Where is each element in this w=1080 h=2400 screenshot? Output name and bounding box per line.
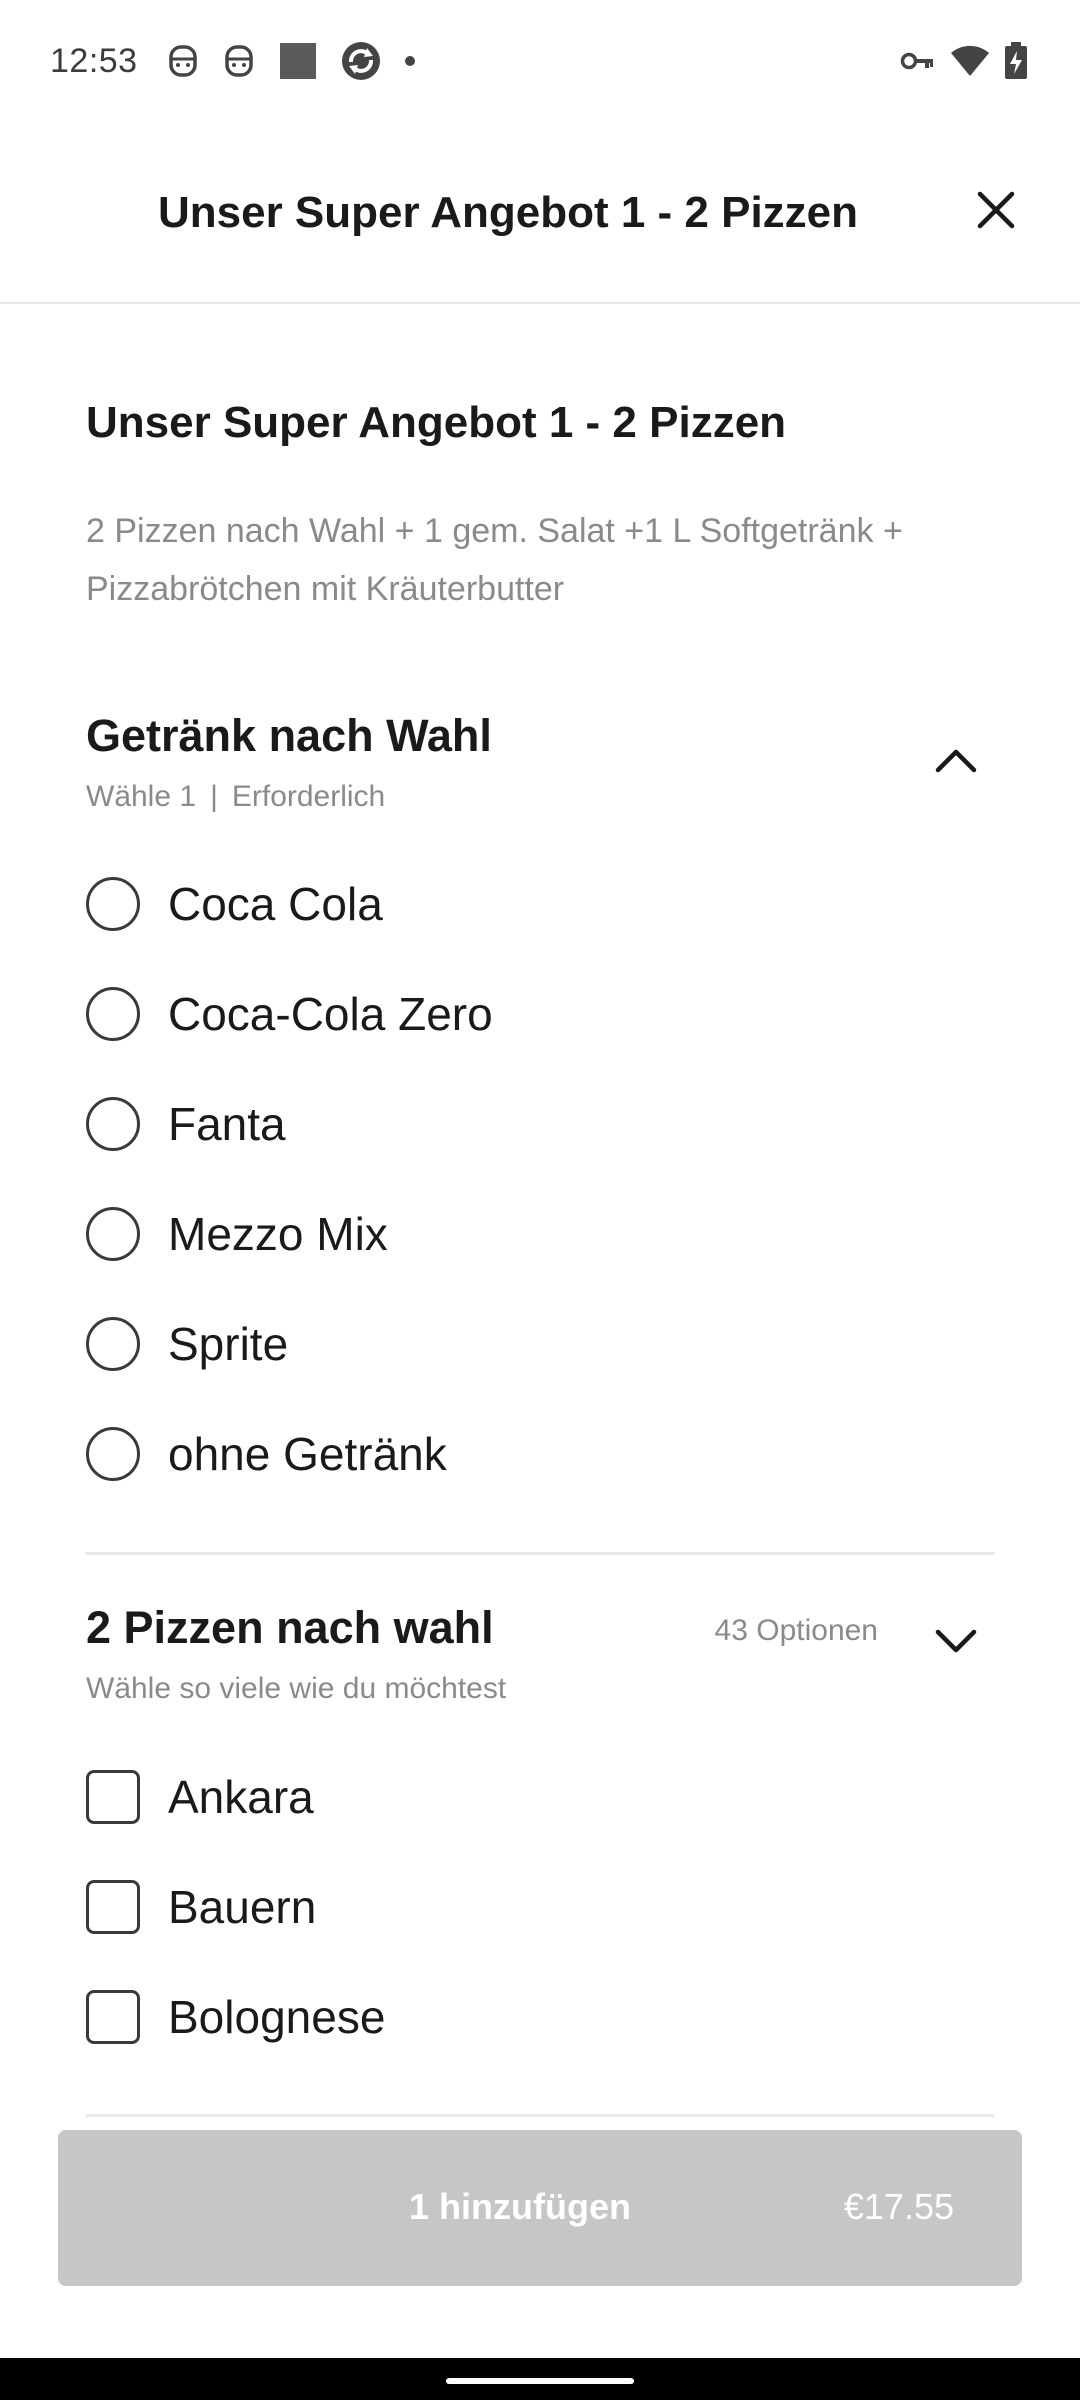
separator: | [210, 780, 218, 813]
expand-button[interactable] [932, 1616, 980, 1664]
status-bar: 12:53 [0, 0, 1080, 124]
checkbox[interactable] [86, 1990, 140, 2044]
checkbox[interactable] [86, 1770, 140, 1824]
radio-button[interactable] [86, 1097, 140, 1151]
radio-button[interactable] [86, 1317, 140, 1371]
tracker-icon [166, 43, 200, 79]
section-subtitle: Wähle so viele wie du möchtest [86, 1672, 507, 1705]
checkbox[interactable] [86, 1880, 140, 1934]
divider [86, 1552, 994, 1555]
choose-count: Wähle 1 [86, 780, 197, 813]
option-label: Fanta [168, 1098, 286, 1150]
chevron-down-icon [935, 1629, 977, 1653]
drink-option[interactable]: Coca-Cola Zero [86, 974, 994, 1054]
pizza-option[interactable]: Bauern [86, 1867, 994, 1947]
option-label: ohne Getränk [168, 1428, 447, 1480]
item-title: Unser Super Angebot 1 - 2 Pizzen [86, 398, 787, 447]
chevron-up-icon [935, 749, 977, 773]
required-label: Erforderlich [231, 780, 386, 813]
battery-charging-icon [1004, 42, 1028, 80]
options-count: 43 Optionen [714, 1614, 878, 1647]
close-icon [977, 191, 1015, 229]
option-label: Sprite [168, 1318, 289, 1370]
add-button-price: €17.55 [843, 2186, 954, 2227]
wifi-icon [950, 44, 990, 78]
notification-square-icon [278, 42, 318, 80]
divider [86, 2114, 994, 2117]
header-title: Unser Super Angebot 1 - 2 Pizzen [157, 188, 859, 237]
navigation-bar [0, 2358, 1080, 2400]
item-detail-content[interactable]: Unser Super Angebot 1 - 2 Pizzen 2 Pizze… [0, 306, 1080, 2126]
pizza-option[interactable]: Bolognese [86, 1977, 994, 2057]
dot-icon [404, 55, 416, 67]
drink-option[interactable]: ohne Getränk [86, 1414, 994, 1494]
header: Unser Super Angebot 1 - 2 Pizzen [0, 124, 1080, 304]
option-label: Coca Cola [168, 878, 383, 930]
radio-button[interactable] [86, 877, 140, 931]
drink-option[interactable]: Sprite [86, 1304, 994, 1384]
pizza-option[interactable]: Ankara [86, 1757, 994, 1837]
option-label: Bauern [168, 1881, 317, 1933]
drink-option[interactable]: Fanta [86, 1084, 994, 1164]
drink-section-header[interactable]: Getränk nach Wahl Wähle 1 | Erforderlich [86, 710, 994, 814]
radio-button[interactable] [86, 1207, 140, 1261]
option-label: Ankara [168, 1771, 314, 1823]
option-label: Coca-Cola Zero [168, 988, 493, 1040]
pizza-section-header[interactable]: 2 Pizzen nach wahl Wähle so viele wie du… [86, 1602, 994, 1706]
radio-button[interactable] [86, 1427, 140, 1481]
add-to-cart-button[interactable]: 1 hinzufügen €17.55 [58, 2130, 1022, 2286]
close-button[interactable] [972, 186, 1020, 234]
home-gesture-handle[interactable] [446, 2378, 634, 2384]
item-description: 2 Pizzen nach Wahl + 1 gem. Salat +1 L S… [86, 512, 903, 608]
status-left-icons [166, 40, 416, 82]
option-label: Bolognese [168, 1991, 386, 2043]
section-title: Getränk nach Wahl [86, 710, 492, 761]
status-right-icons [900, 42, 1028, 80]
radio-button[interactable] [86, 987, 140, 1041]
vpn-key-icon [900, 49, 936, 73]
sync-icon [340, 40, 382, 82]
section-subtitle: Wähle 1 | Erforderlich [86, 780, 994, 814]
drink-option[interactable]: Mezzo Mix [86, 1194, 994, 1274]
option-label: Mezzo Mix [168, 1208, 388, 1260]
tracker-icon [222, 43, 256, 79]
drink-option[interactable]: Coca Cola [86, 864, 994, 944]
status-time: 12:53 [50, 42, 138, 80]
collapse-button[interactable] [932, 736, 980, 784]
